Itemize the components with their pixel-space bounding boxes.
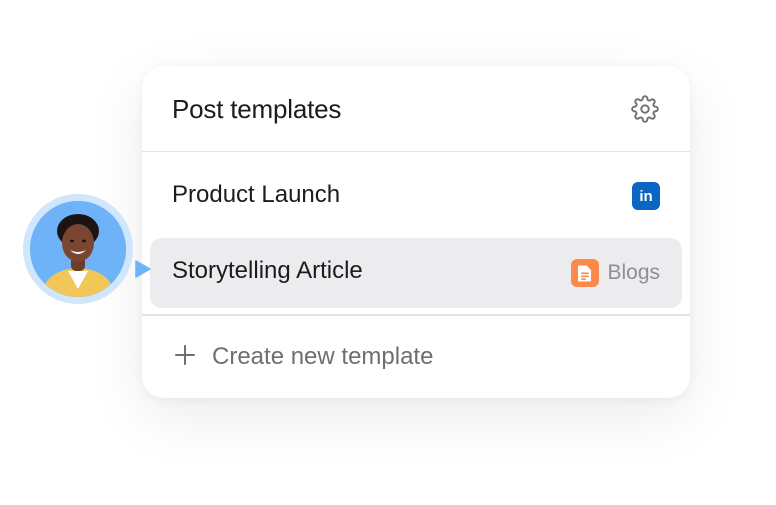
create-template-button[interactable]: Create new template [142, 316, 690, 398]
template-row-product-launch[interactable]: Product Launch in [150, 162, 682, 232]
avatar-photo [30, 201, 126, 297]
person-illustration [30, 201, 126, 297]
card-header: Post templates [142, 66, 690, 152]
channel-tag: Blogs [571, 259, 660, 287]
template-row-storytelling-article[interactable]: Storytelling Article Blogs [150, 238, 682, 308]
template-label: Storytelling Article [172, 257, 363, 284]
user-avatar [23, 194, 133, 304]
card-title: Post templates [172, 94, 342, 124]
channel-label: Blogs [607, 261, 660, 284]
pointer-arrow-icon [135, 260, 151, 278]
stage: Post templates Product Launch in Storyte… [0, 0, 776, 505]
document-glyph [578, 265, 592, 282]
create-template-label: Create new template [212, 343, 434, 370]
document-icon [571, 259, 600, 287]
template-label: Product Launch [172, 181, 341, 208]
linkedin-icon: in [632, 182, 660, 210]
post-templates-card: Post templates Product Launch in Storyte… [142, 66, 690, 398]
plus-icon [175, 345, 195, 365]
settings-button[interactable] [630, 94, 660, 124]
gear-icon [631, 95, 659, 123]
